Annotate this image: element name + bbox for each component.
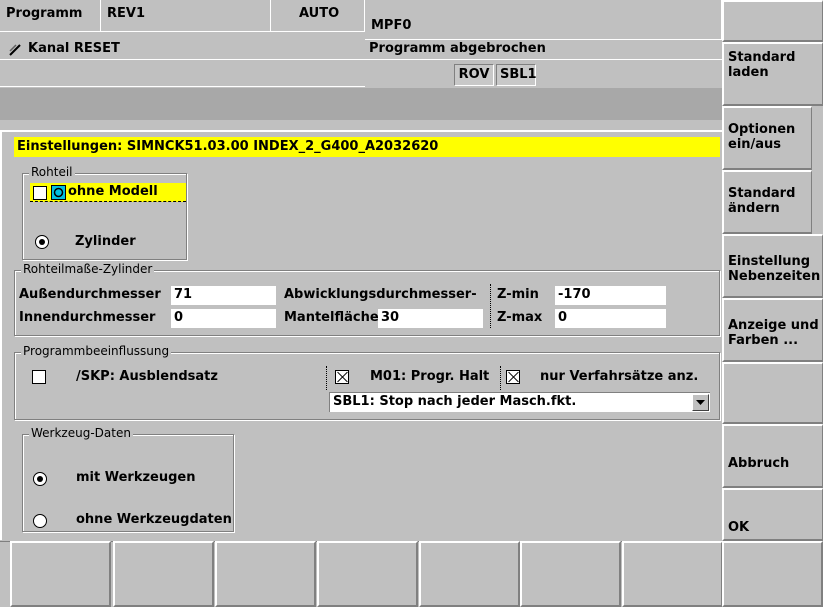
- model-icon: [51, 185, 66, 200]
- standard-laden-button[interactable]: Standard laden: [722, 42, 823, 106]
- innen-label: Innendurchmesser: [19, 310, 156, 325]
- skp-checkbox[interactable]: [32, 370, 46, 384]
- zseparator: [490, 284, 491, 328]
- hsoftkey-8[interactable]: [722, 541, 823, 607]
- mit-werkzeugen-label: mit Werkzeugen: [76, 470, 196, 485]
- hsoftkey-7[interactable]: [622, 541, 723, 607]
- hsoftkey-1[interactable]: [10, 541, 111, 607]
- anzeige-farben-button[interactable]: Anzeige und Farben ...: [722, 298, 823, 362]
- auto-label: AUTO: [271, 0, 365, 32]
- standard-aendern-button[interactable]: Standard ändern: [722, 170, 812, 234]
- hsoftkey-4[interactable]: [317, 541, 418, 607]
- nur-label: nur Verfahrsätze anz.: [540, 369, 699, 384]
- nur-checkbox[interactable]: [506, 370, 520, 384]
- optionen-button[interactable]: Optionen ein/aus: [722, 106, 812, 170]
- nur-separator: [500, 366, 501, 390]
- model-checkbox[interactable]: [33, 186, 47, 200]
- hsoftkey-6[interactable]: [520, 541, 621, 607]
- mode-label: Programm: [0, 0, 101, 32]
- channel-reset-icon: [9, 44, 21, 56]
- channel-bar: Kanal RESET: [0, 40, 365, 60]
- mantel-field[interactable]: 30: [378, 309, 483, 328]
- mit-werkzeugen-radio[interactable]: [33, 472, 47, 486]
- sbl-indicator: SBL1: [496, 64, 537, 86]
- zmax-field[interactable]: 0: [555, 309, 666, 328]
- ok-button[interactable]: OK: [722, 488, 823, 541]
- zmax-label: Z-max: [497, 310, 543, 325]
- innen-field[interactable]: 0: [171, 309, 276, 328]
- rev-label: REV1: [101, 0, 271, 32]
- dropdown-button[interactable]: [692, 394, 709, 411]
- abw-label: Abwicklungsdurchmesser-: [284, 287, 477, 302]
- aussen-label: Außendurchmesser: [19, 287, 161, 302]
- rov-indicator: ROV: [454, 64, 494, 86]
- hsoftkey-2[interactable]: [113, 541, 214, 607]
- werkzeug-legend: Werkzeug-Daten: [29, 426, 133, 440]
- hsoftkey-5[interactable]: [419, 541, 520, 607]
- m01-separator: [326, 366, 327, 390]
- einstellung-nebenzeiten-button[interactable]: Einstellung Nebenzeiten: [722, 234, 823, 298]
- zylinder-label: Zylinder: [75, 234, 136, 249]
- sbl-select-value: SBL1: Stop nach jeder Masch.fkt.: [333, 394, 577, 409]
- abbruch-button[interactable]: Abbruch: [722, 424, 823, 488]
- hsoftkey-3[interactable]: [215, 541, 316, 607]
- aussen-field[interactable]: 71: [171, 286, 276, 305]
- m01-label: M01: Progr. Halt: [370, 369, 490, 384]
- sbl-select[interactable]: SBL1: Stop nach jeder Masch.fkt.: [329, 392, 710, 412]
- channel-status: Kanal RESET: [28, 41, 120, 56]
- program-status: Programm abgebrochen: [365, 40, 722, 60]
- dialog-title: Einstellungen: SIMNCK51.03.00 INDEX_2_G4…: [14, 137, 720, 157]
- masse-legend: Rohteilmaße-Zylinder: [21, 262, 155, 276]
- softkey-top-blank[interactable]: [722, 0, 823, 42]
- model-label: ohne Modell: [68, 184, 158, 199]
- softkey-blank-1[interactable]: [722, 362, 823, 424]
- programm-legend: Programmbeeinflussung: [21, 344, 172, 358]
- zmin-label: Z-min: [497, 287, 539, 302]
- divider-bar: [0, 88, 722, 120]
- zylinder-radio[interactable]: [35, 235, 49, 249]
- chevron-down-icon: [696, 400, 705, 405]
- zmin-field[interactable]: -170: [555, 286, 666, 305]
- ohne-werkzeug-radio[interactable]: [33, 514, 47, 528]
- skp-label: /SKP: Ausblendsatz: [76, 369, 218, 384]
- ohne-werkzeug-label: ohne Werkzeugdaten: [76, 512, 232, 527]
- mantel-label: Mantelfläche: [284, 310, 379, 325]
- rohteil-legend: Rohteil: [29, 165, 75, 179]
- m01-checkbox[interactable]: [335, 370, 349, 384]
- info-bar: [0, 61, 365, 87]
- program-name: MPF0: [365, 0, 722, 40]
